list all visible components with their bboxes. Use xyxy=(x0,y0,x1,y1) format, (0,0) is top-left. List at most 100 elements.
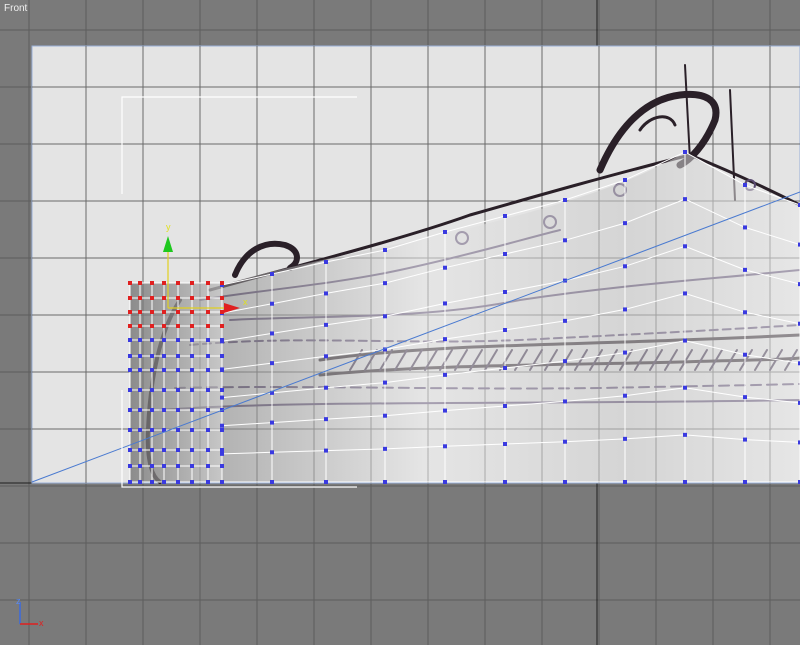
mesh-vertex[interactable] xyxy=(743,225,747,230)
mesh-vertex[interactable] xyxy=(383,413,387,418)
selected-vertex[interactable] xyxy=(206,281,210,285)
mesh-vertex[interactable] xyxy=(176,448,180,452)
mesh-vertex[interactable] xyxy=(162,354,166,358)
front-viewport[interactable]: y x Front z x xyxy=(0,0,800,645)
mesh-vertex[interactable] xyxy=(683,291,687,296)
mesh-vertex[interactable] xyxy=(206,408,210,412)
mesh-vertex[interactable] xyxy=(324,448,328,453)
selected-vertex[interactable] xyxy=(162,324,166,328)
mesh-vertex[interactable] xyxy=(138,448,142,452)
mesh-vertex[interactable] xyxy=(683,480,687,484)
mesh-vertex[interactable] xyxy=(623,264,627,269)
mesh-vertex[interactable] xyxy=(623,221,627,226)
mesh-vertex[interactable] xyxy=(128,354,132,358)
mesh-vertex[interactable] xyxy=(563,198,567,202)
mesh-vertex[interactable] xyxy=(743,183,747,187)
mesh-vertex[interactable] xyxy=(138,464,142,468)
mesh-vertex[interactable] xyxy=(176,354,180,358)
mesh-vertex[interactable] xyxy=(623,350,627,355)
mesh-vertex[interactable] xyxy=(138,338,142,342)
mesh-vertex[interactable] xyxy=(150,464,154,468)
mesh-vertex[interactable] xyxy=(563,480,567,484)
mesh-vertex[interactable] xyxy=(190,464,194,468)
selected-vertex[interactable] xyxy=(138,281,142,285)
mesh-vertex[interactable] xyxy=(190,448,194,452)
mesh-vertex[interactable] xyxy=(206,464,210,468)
mesh-vertex[interactable] xyxy=(270,361,274,366)
mesh-vertex[interactable] xyxy=(270,301,274,306)
mesh-vertex[interactable] xyxy=(128,368,132,372)
mesh-vertex[interactable] xyxy=(176,428,180,432)
mesh-vertex[interactable] xyxy=(206,428,210,432)
mesh-vertex[interactable] xyxy=(128,448,132,452)
mesh-vertex[interactable] xyxy=(206,388,210,392)
mesh-vertex[interactable] xyxy=(220,354,224,358)
selected-vertex[interactable] xyxy=(128,310,132,314)
mesh-vertex[interactable] xyxy=(503,328,507,332)
mesh-vertex[interactable] xyxy=(623,436,627,441)
mesh-vertex[interactable] xyxy=(563,439,567,444)
viewport-scene[interactable]: y x xyxy=(0,0,800,645)
mesh-vertex[interactable] xyxy=(190,388,194,392)
selected-vertex[interactable] xyxy=(150,310,154,314)
mesh-vertex[interactable] xyxy=(162,368,166,372)
mesh-vertex[interactable] xyxy=(443,337,447,342)
mesh-vertex[interactable] xyxy=(324,260,328,264)
mesh-vertex[interactable] xyxy=(128,388,132,392)
mesh-vertex[interactable] xyxy=(206,354,210,358)
selected-vertex[interactable] xyxy=(176,324,180,328)
mesh-vertex[interactable] xyxy=(563,399,567,404)
mesh-vertex[interactable] xyxy=(683,197,687,202)
mesh-vertex[interactable] xyxy=(176,464,180,468)
selected-vertex[interactable] xyxy=(150,281,154,285)
selected-vertex[interactable] xyxy=(206,296,210,300)
mesh-vertex[interactable] xyxy=(190,354,194,358)
selected-vertex[interactable] xyxy=(190,324,194,328)
selected-vertex[interactable] xyxy=(176,310,180,314)
mesh-vertex[interactable] xyxy=(683,150,687,154)
selected-vertex[interactable] xyxy=(150,324,154,328)
mesh-vertex[interactable] xyxy=(220,428,224,432)
mesh-vertex[interactable] xyxy=(206,338,210,342)
mesh-vertex[interactable] xyxy=(206,368,210,372)
mesh-vertex[interactable] xyxy=(162,338,166,342)
mesh-vertex[interactable] xyxy=(190,368,194,372)
mesh-vertex[interactable] xyxy=(324,354,328,359)
selected-vertex[interactable] xyxy=(206,310,210,314)
mesh-vertex[interactable] xyxy=(683,385,687,390)
mesh-vertex[interactable] xyxy=(220,464,224,468)
selected-vertex[interactable] xyxy=(190,281,194,285)
selected-vertex[interactable] xyxy=(220,281,224,285)
mesh-vertex[interactable] xyxy=(220,368,224,372)
mesh-vertex[interactable] xyxy=(150,428,154,432)
selected-vertex[interactable] xyxy=(162,310,166,314)
mesh-vertex[interactable] xyxy=(190,428,194,432)
mesh-vertex[interactable] xyxy=(443,480,447,484)
mesh-vertex[interactable] xyxy=(128,338,132,342)
mesh-vertex[interactable] xyxy=(563,359,567,364)
mesh-vertex[interactable] xyxy=(443,444,447,449)
mesh-vertex[interactable] xyxy=(220,480,224,484)
mesh-vertex[interactable] xyxy=(150,354,154,358)
mesh-vertex[interactable] xyxy=(138,428,142,432)
selected-vertex[interactable] xyxy=(150,296,154,300)
mesh-vertex[interactable] xyxy=(128,480,132,484)
mesh-vertex[interactable] xyxy=(176,388,180,392)
selected-vertex[interactable] xyxy=(220,296,224,300)
mesh-vertex[interactable] xyxy=(128,408,132,412)
mesh-vertex[interactable] xyxy=(138,368,142,372)
mesh-vertex[interactable] xyxy=(324,417,328,422)
mesh-vertex[interactable] xyxy=(324,291,328,296)
mesh-vertex[interactable] xyxy=(443,301,447,306)
mesh-vertex[interactable] xyxy=(270,480,274,484)
mesh-vertex[interactable] xyxy=(683,432,687,437)
mesh-vertex[interactable] xyxy=(176,408,180,412)
mesh-vertex[interactable] xyxy=(503,480,507,484)
mesh-vertex[interactable] xyxy=(162,448,166,452)
selected-vertex[interactable] xyxy=(128,281,132,285)
mesh-vertex[interactable] xyxy=(383,380,387,385)
mesh-vertex[interactable] xyxy=(503,252,507,256)
mesh-vertex[interactable] xyxy=(162,388,166,392)
viewport-label[interactable]: Front xyxy=(4,3,27,14)
mesh-vertex[interactable] xyxy=(383,480,387,484)
